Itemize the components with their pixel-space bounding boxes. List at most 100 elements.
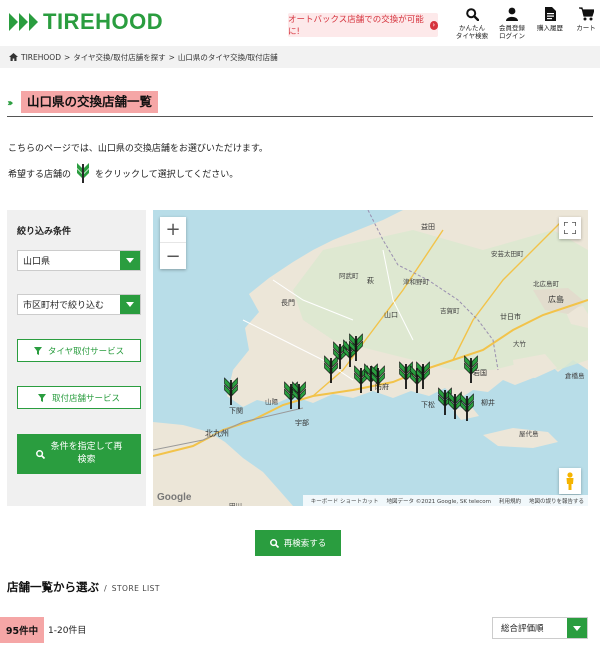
logo-chevron-icon	[9, 13, 18, 31]
research-button[interactable]: 再検索する	[255, 530, 341, 556]
map-label: 吉賀町	[440, 307, 460, 315]
map-label: 柳井	[481, 399, 495, 407]
search-icon	[269, 538, 279, 548]
chevron-down-icon	[567, 618, 587, 638]
zoom-out-button[interactable]: −	[160, 243, 186, 269]
map-label: 山口	[384, 311, 398, 319]
promo-text: オートバックス店舗での交換が可能に!	[288, 15, 424, 37]
intro-text-before: 希望する店舗の	[8, 170, 72, 180]
filter-panel: 絞り込み条件 山口県 市区町村で絞り込む タイヤ取付サービス 取付店舗サービス …	[7, 210, 146, 506]
button-label: タイヤ取付サービス	[47, 346, 125, 357]
map-label: 安芸太田町	[491, 250, 524, 258]
nav-register-login[interactable]: 会員登録 ログイン	[492, 6, 532, 40]
chevron-down-icon	[120, 251, 140, 270]
logo-chevron-icon	[29, 13, 38, 31]
site-logo[interactable]: TIREHOOD	[9, 9, 163, 35]
map-label: 屋代島	[519, 430, 539, 438]
nav-easy-tire-search[interactable]: かんたん タイヤ検索	[452, 6, 492, 40]
nav-label: 購入履歴	[537, 24, 563, 32]
button-label: 再検索する	[283, 539, 327, 549]
breadcrumb-separator: >	[63, 52, 71, 62]
filter-funnel-icon	[37, 393, 46, 402]
prefecture-select[interactable]: 山口県	[17, 250, 141, 271]
store-pin-icon[interactable]	[291, 380, 307, 413]
store-pin-icon[interactable]	[223, 376, 239, 409]
logo-text: TIREHOOD	[43, 9, 164, 34]
store-pin-icon[interactable]	[370, 364, 386, 397]
store-pin-icon[interactable]	[348, 332, 364, 365]
breadcrumb-link-home[interactable]: TIREHOOD	[21, 53, 61, 62]
breadcrumb-current: 山口県のタイヤ交換/取付店舗	[177, 52, 278, 62]
report-error-link[interactable]: 地図の誤りを報告する	[529, 497, 584, 505]
terms-link[interactable]: 利用規約	[499, 497, 521, 505]
nav-purchase-history[interactable]: 購入履歴	[530, 6, 570, 32]
map-zoom-control: + −	[160, 217, 186, 269]
intro-instruction: 希望する店舗の をクリックして選択してください。	[8, 160, 238, 187]
store-list-subtitle: STORE LIST	[111, 584, 161, 593]
title-arrow-icon: ›››	[7, 98, 14, 109]
heading-divider: /	[104, 584, 107, 593]
store-pin-icon[interactable]	[463, 354, 479, 387]
promo-banner[interactable]: オートバックス店舗での交換が可能に! ›	[288, 13, 438, 37]
city-select-value: 市区町村で絞り込む	[23, 301, 105, 311]
map-attribution: キーボード ショートカット 地図データ ©2021 Google, SK tel…	[302, 495, 588, 506]
search-icon	[464, 6, 480, 22]
document-icon	[542, 6, 558, 22]
map-label: 萩	[367, 277, 374, 285]
sort-select[interactable]: 総合評価順	[492, 617, 588, 639]
user-icon	[504, 6, 520, 22]
google-logo: Google	[157, 492, 192, 503]
map-label: 広島	[548, 295, 564, 304]
store-pin-icon[interactable]	[459, 392, 475, 425]
tire-mount-service-filter-button[interactable]: タイヤ取付サービス	[17, 339, 141, 362]
page-title-section: ››› 山口県の交換店舗一覧	[7, 91, 593, 117]
fullscreen-icon	[564, 222, 576, 234]
nav-label: 会員登録 ログイン	[499, 24, 525, 40]
map-label: 長門	[281, 299, 295, 307]
search-icon	[35, 449, 45, 459]
store-pin-icon[interactable]	[415, 360, 431, 393]
keyboard-shortcuts-link[interactable]: キーボード ショートカット	[311, 497, 379, 505]
map-label: 宇部	[295, 419, 309, 427]
map-label: 山陽	[265, 398, 278, 406]
store-pin-icon	[75, 160, 91, 187]
breadcrumb-separator: >	[168, 52, 175, 62]
map-label: 下松	[421, 401, 435, 409]
city-select[interactable]: 市区町村で絞り込む	[17, 294, 141, 315]
sort-select-value: 総合評価順	[501, 624, 544, 634]
result-count: 95件中	[0, 617, 44, 643]
zoom-in-button[interactable]: +	[160, 217, 186, 243]
map-label: 津和野町	[403, 278, 429, 286]
fullscreen-button[interactable]	[559, 217, 581, 239]
page-title: 山口県の交換店舗一覧	[21, 91, 159, 113]
store-map[interactable]: + − 益田 安芸太田町 阿武町 萩 津和野町 北広島町 長門 山口 吉賀町 廿…	[153, 210, 588, 506]
intro-text: こちらのページでは、山口県の交換店舗をお選びいただけます。	[8, 144, 268, 154]
map-data-credit: 地図データ ©2021 Google, SK telecom	[386, 498, 491, 505]
store-list-heading: 店舗一覧から選ぶ / STORE LIST	[7, 579, 160, 595]
map-label: 阿武町	[339, 272, 359, 280]
map-label: 北広島町	[533, 280, 559, 288]
chevron-down-icon	[120, 295, 140, 314]
map-label: 廿日市	[500, 313, 521, 321]
map-label: 北九州	[205, 429, 229, 438]
cart-icon	[578, 6, 594, 22]
intro-text-after: をクリックして選択してください。	[95, 170, 239, 180]
map-label: 大竹	[513, 340, 526, 348]
filter-title: 絞り込み条件	[17, 227, 72, 237]
nav-cart[interactable]: カート	[566, 6, 600, 32]
filter-search-button[interactable]: 条件を指定して再 検索	[17, 434, 141, 474]
map-label: 田川	[229, 502, 242, 506]
nav-label: カート	[576, 24, 596, 32]
street-view-pegman-button[interactable]	[559, 468, 581, 494]
mount-store-service-filter-button[interactable]: 取付店舗サービス	[17, 386, 141, 409]
arrow-circle-icon: ›	[429, 20, 438, 30]
filter-funnel-icon	[33, 346, 42, 355]
breadcrumb-link-find-store[interactable]: タイヤ交換/取付店舗を探す	[73, 52, 165, 63]
result-range: 1-20件目	[48, 626, 87, 636]
nav-label: かんたん タイヤ検索	[455, 24, 489, 40]
map-label: 倉橋島	[565, 372, 585, 380]
map-label: 益田	[421, 223, 435, 231]
store-list-title: 店舗一覧から選ぶ	[7, 580, 99, 594]
site-header: TIREHOOD オートバックス店舗での交換が可能に! › かんたん タイヤ検索…	[0, 0, 600, 44]
button-label: 取付店舗サービス	[51, 393, 120, 404]
